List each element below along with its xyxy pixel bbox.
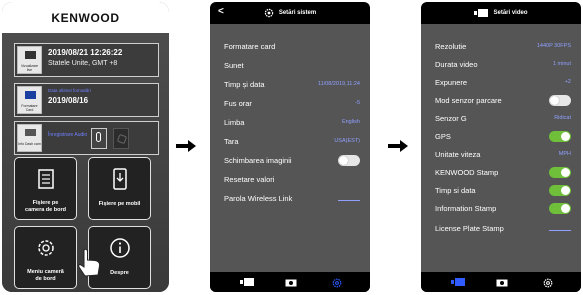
document-icon bbox=[37, 169, 54, 189]
license-plate-placeholder-line bbox=[549, 230, 571, 231]
arrow-right-icon bbox=[176, 140, 196, 152]
setting-row-exposure[interactable]: Expunere +2 bbox=[435, 78, 571, 90]
hand-pointer-icon bbox=[78, 248, 101, 277]
dashcam-menu-tile[interactable]: Meniu cameră de bord bbox=[14, 226, 77, 289]
tab-settings[interactable] bbox=[543, 278, 553, 288]
setting-value: Ridicat bbox=[554, 115, 571, 121]
book-icon bbox=[25, 129, 36, 136]
kenwood-stamp-toggle[interactable] bbox=[549, 167, 571, 178]
setting-row-speed-unit[interactable]: Unitate viteza MPH bbox=[435, 150, 571, 162]
system-settings-screen: < Setări sistem Formatare card Sunet Tim… bbox=[210, 2, 370, 292]
tab-camera[interactable] bbox=[496, 278, 508, 287]
setting-row-image-flip: Schimbarea imaginii bbox=[224, 155, 360, 168]
setting-value: -5 bbox=[355, 100, 360, 106]
setting-row-g-sensor[interactable]: Senzor G Ridicat bbox=[435, 114, 571, 126]
setting-value: 11/08/2019,11:24 bbox=[317, 81, 360, 87]
page-title: Setări sistem bbox=[278, 10, 317, 16]
information-stamp-toggle[interactable] bbox=[549, 203, 571, 214]
setting-row-timezone[interactable]: Fus orar -5 bbox=[224, 99, 360, 111]
microphone-button[interactable] bbox=[91, 128, 107, 149]
snapshot-button[interactable] bbox=[113, 128, 129, 149]
video-settings-screen: Setări video Rezolutie 1440P 30FPS Durat… bbox=[421, 2, 581, 292]
parking-mode-toggle[interactable] bbox=[549, 95, 571, 106]
setting-value: 1440P 30FPS bbox=[536, 43, 571, 49]
setting-value: English bbox=[341, 119, 360, 125]
bottom-tab-bar bbox=[210, 272, 370, 292]
gear-icon bbox=[37, 240, 54, 256]
dashcam-info-icon[interactable]: Info Dash cam bbox=[17, 124, 42, 152]
setting-row-wireless-password[interactable]: Parola Wireless Link bbox=[224, 194, 360, 206]
video-camera-icon bbox=[474, 9, 489, 17]
setting-value: MPH bbox=[558, 151, 571, 157]
bottom-tab-bar bbox=[421, 272, 581, 292]
timezone-text: Statele Unite, GMT +8 bbox=[48, 60, 118, 67]
dashcam-files-label: Fișiere pe camera de bord bbox=[25, 200, 66, 213]
tab-live-view[interactable] bbox=[451, 278, 465, 286]
gps-toggle[interactable] bbox=[549, 131, 571, 142]
tab-camera[interactable] bbox=[285, 278, 297, 287]
sd-card-icon bbox=[25, 91, 36, 99]
main-menu-body: Vizualizare live 2019/08/21 12:26:22 Sta… bbox=[2, 33, 169, 292]
dashcam-menu-label: Meniu cameră de bord bbox=[27, 269, 64, 282]
setting-row-time-date[interactable]: Timp și data 11/08/2019,11:24 bbox=[224, 80, 360, 92]
back-button[interactable]: < bbox=[218, 6, 224, 17]
setting-row-parking-mode: Mod senzor parcare bbox=[435, 95, 571, 108]
datetime-text: 2019/08/21 12:26:22 bbox=[48, 48, 123, 57]
main-menu-screen: KENWOOD Vizualizare live 2019/08/21 12:2… bbox=[2, 2, 169, 292]
system-settings-header: < Setări sistem bbox=[210, 2, 370, 24]
setting-row-gps: GPS bbox=[435, 131, 571, 144]
tab-settings[interactable] bbox=[332, 278, 342, 288]
microphone-icon bbox=[96, 132, 101, 142]
setting-row-sound[interactable]: Sunet bbox=[224, 61, 360, 73]
mobile-files-tile[interactable]: Fișiere pe mobil bbox=[88, 157, 151, 220]
kenwood-logo: KENWOOD bbox=[51, 10, 120, 25]
phone-download-icon bbox=[112, 168, 127, 190]
setting-value: 1 minut bbox=[552, 61, 571, 67]
live-view-icon[interactable]: Vizualizare live bbox=[17, 46, 42, 74]
setting-row-time-date-stamp: Timp si data bbox=[435, 185, 571, 198]
audio-recording-label: Înregistrare Audio bbox=[48, 132, 88, 138]
live-view-card[interactable]: Vizualizare live 2019/08/21 12:26:22 Sta… bbox=[14, 43, 159, 77]
mobile-files-label: Fișiere pe mobil bbox=[98, 200, 141, 207]
last-format-label: Data ultimei formatări bbox=[48, 88, 91, 93]
video-settings-header: Setări video bbox=[421, 2, 581, 24]
setting-row-license-plate-stamp[interactable]: License Plate Stamp bbox=[435, 224, 571, 236]
camera-shutter-icon bbox=[116, 133, 128, 145]
info-icon bbox=[109, 238, 130, 258]
setting-value: +2 bbox=[564, 79, 571, 85]
dashcam-files-tile[interactable]: Fișiere pe camera de bord bbox=[14, 157, 77, 220]
format-card-card[interactable]: Formatare Card Data ultimei formatări 20… bbox=[14, 83, 159, 117]
time-date-stamp-toggle[interactable] bbox=[549, 185, 571, 196]
system-settings-list: Formatare card Sunet Timp și data 11/08/… bbox=[210, 24, 370, 272]
format-card-icon[interactable]: Formatare Card bbox=[17, 86, 42, 114]
video-settings-list: Rezolutie 1440P 30FPS Durata video 1 min… bbox=[421, 24, 581, 272]
setting-row-reset[interactable]: Resetare valori bbox=[224, 175, 360, 187]
setting-row-resolution[interactable]: Rezolutie 1440P 30FPS bbox=[435, 42, 571, 54]
page-title: Setări video bbox=[493, 10, 528, 16]
setting-row-language[interactable]: Limba English bbox=[224, 118, 360, 130]
arrow-right-icon bbox=[388, 140, 408, 152]
tab-live-view[interactable] bbox=[240, 278, 254, 286]
dashcam-info-card[interactable]: Info Dash cam Înregistrare Audio bbox=[14, 121, 159, 155]
app-header: KENWOOD bbox=[2, 2, 169, 33]
image-flip-toggle[interactable] bbox=[338, 155, 360, 166]
setting-value: USA(EST) bbox=[334, 138, 360, 144]
setting-row-format-card[interactable]: Formatare card bbox=[224, 42, 360, 54]
setting-row-information-stamp: Information Stamp bbox=[435, 203, 571, 216]
setting-row-country[interactable]: Tara USA(EST) bbox=[224, 137, 360, 149]
setting-row-kenwood-stamp: KENWOOD Stamp bbox=[435, 167, 571, 180]
last-format-date: 2019/08/16 bbox=[48, 96, 89, 105]
camera-icon bbox=[25, 51, 36, 59]
password-placeholder-line bbox=[338, 200, 360, 201]
setting-row-video-length[interactable]: Durata video 1 minut bbox=[435, 60, 571, 72]
gear-icon bbox=[264, 8, 274, 18]
